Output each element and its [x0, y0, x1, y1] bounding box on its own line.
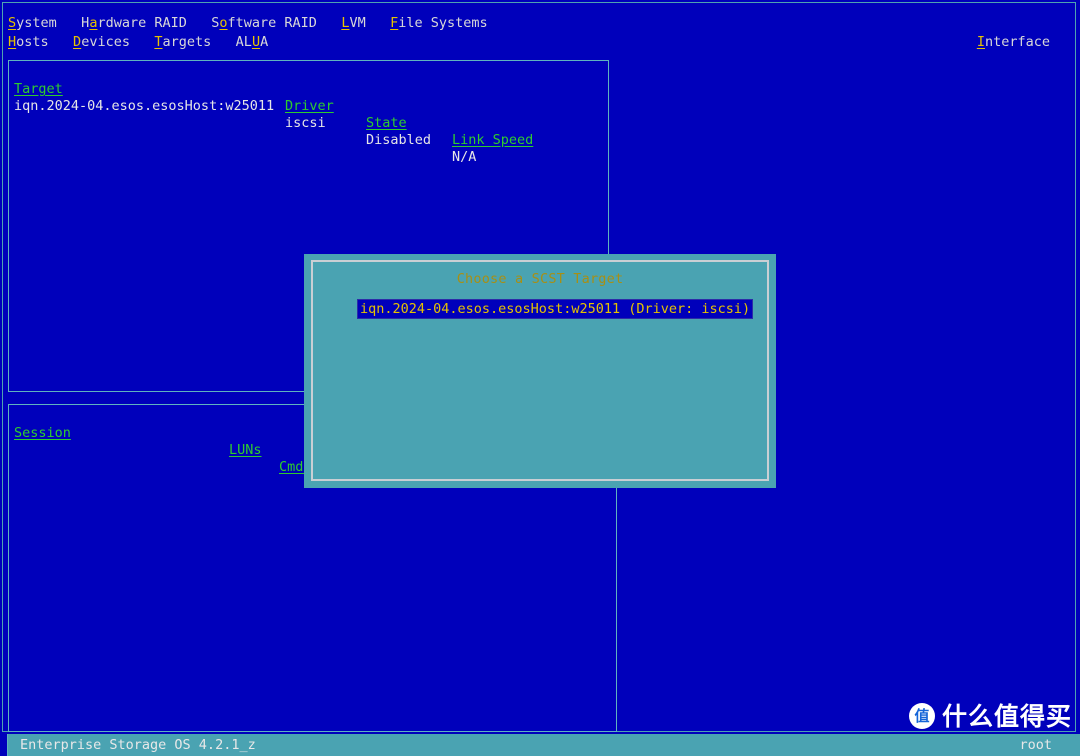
menu-software-raid-post: ftware RAID [227, 15, 317, 31]
column-header-state[interactable]: State [366, 115, 407, 132]
menu-targets-hotkey: T [154, 34, 163, 50]
menu-gap-3 [317, 15, 341, 31]
menu-row-secondary: Hosts Devices Targets ALUA [8, 33, 1072, 52]
table-row[interactable]: iqn.2024-04.esos.esosHost:w25011 iscsi D… [14, 81, 476, 165]
menu-interface-hotkey: I [976, 34, 985, 50]
cell-driver: iscsi [285, 115, 326, 131]
menu-software-raid-hotkey: o [219, 15, 228, 31]
menu-alua-hotkey: U [251, 34, 261, 50]
sessions-table-header: Session LUNs Cmds [14, 408, 312, 475]
menu-gap-1 [57, 15, 81, 31]
menu-lvm-post: VM [349, 15, 366, 31]
list-item[interactable]: iqn.2024-04.esos.esosHost:w25011 (Driver… [356, 299, 754, 319]
menu-interface-post: nterface [984, 34, 1050, 50]
menu-item-hosts[interactable]: Hosts [8, 33, 49, 52]
menu-gap-4 [366, 15, 390, 31]
status-bar-left-nub [0, 734, 8, 756]
menu-devices-post: evices [81, 34, 130, 50]
watermark: 值 什么值得买 [908, 700, 1072, 732]
dialog-title: Choose a SCST Target [456, 271, 624, 287]
menu-alua-post: A [260, 34, 269, 50]
status-bar: Enterprise Storage OS 4.2.1_z root [8, 734, 1080, 756]
status-bar-product: Enterprise Storage OS 4.2.1_z [20, 737, 256, 753]
menu-gap-7 [211, 34, 235, 50]
column-header-driver[interactable]: Driver [285, 98, 334, 115]
column-header-link-speed[interactable]: Link Speed [452, 132, 533, 149]
menu-alua-pre: AL [235, 34, 252, 50]
menu-item-file-systems[interactable]: File Systems [390, 14, 488, 33]
menu-item-lvm[interactable]: LVM [341, 14, 365, 33]
dialog-target-list[interactable]: iqn.2024-04.esos.esosHost:w25011 (Driver… [356, 299, 754, 319]
menu-gap-5 [49, 34, 73, 50]
status-bar-user: root [1019, 737, 1052, 753]
terminal-screen: System Hardware RAID Software RAID LVM F… [0, 0, 1080, 756]
dialog-inner-border [311, 260, 769, 481]
menu-bar: System Hardware RAID Software RAID LVM F… [8, 14, 1072, 52]
menu-row-primary: System Hardware RAID Software RAID LVM F… [8, 14, 1072, 33]
menu-item-system[interactable]: System [8, 14, 57, 33]
menu-item-devices[interactable]: Devices [73, 33, 130, 52]
menu-item-software-raid[interactable]: Software RAID [211, 14, 317, 33]
choose-scst-target-dialog[interactable]: Choose a SCST Target iqn.2024-04.esos.es… [304, 254, 776, 488]
menu-hosts-hotkey: H [8, 34, 17, 50]
cell-state: Disabled [366, 132, 432, 148]
watermark-logo-icon: 值 [908, 703, 935, 729]
menu-file-systems-post: ile Systems [398, 15, 488, 31]
menu-item-hardware-raid[interactable]: Hardware RAID [81, 14, 187, 33]
cell-link-speed: N/A [452, 149, 477, 165]
targets-table-header: Target Driver State Link Speed [14, 64, 533, 148]
menu-devices-hotkey: D [73, 34, 82, 50]
menu-targets-post: argets [162, 34, 212, 50]
menu-item-targets[interactable]: Targets [154, 33, 211, 52]
menu-system-hotkey: S [8, 15, 17, 31]
menu-gap-6 [130, 34, 154, 50]
menu-system-post: ystem [16, 15, 57, 31]
menu-gap-2 [187, 15, 211, 31]
menu-item-alua[interactable]: ALUA [236, 33, 269, 52]
menu-hardware-raid-post: rdware RAID [97, 15, 187, 31]
column-header-luns[interactable]: LUNs [229, 442, 262, 459]
cell-target: iqn.2024-04.esos.esosHost:w25011 [14, 98, 275, 114]
menu-hosts-post: osts [16, 34, 49, 50]
watermark-text: 什么值得买 [941, 701, 1072, 731]
column-header-session[interactable]: Session [14, 425, 71, 442]
menu-item-interface[interactable]: Interface [977, 33, 1050, 52]
